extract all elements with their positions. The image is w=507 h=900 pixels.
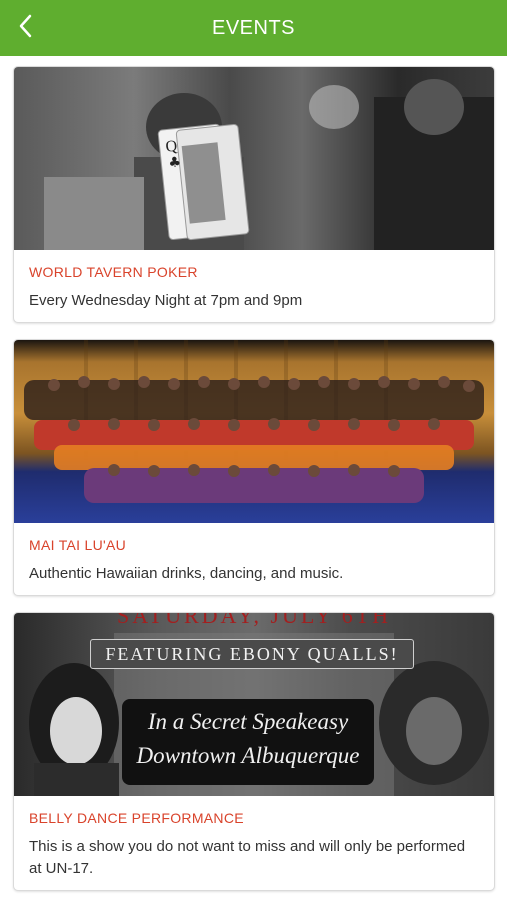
event-title: BELLY DANCE PERFORMANCE — [29, 810, 244, 826]
event-card[interactable]: SATURDAY, JULY 6TH FEATURING EBONY QUALL… — [13, 612, 495, 891]
event-title: WORLD TAVERN POKER — [29, 264, 198, 280]
event-description: This is a show you do not want to miss a… — [29, 838, 466, 877]
chevron-left-icon — [19, 14, 32, 38]
back-button[interactable] — [6, 6, 46, 46]
poster-line-1: In a Secret Speakeasy — [147, 709, 349, 734]
svg-text:♣: ♣ — [168, 154, 182, 171]
event-title: MAI TAI LU'AU — [29, 537, 127, 553]
poster-top-text: SATURDAY, JULY 6TH — [116, 613, 392, 628]
poster-line-2: Downtown Albuquerque — [136, 743, 360, 768]
poster-main-box: In a Secret Speakeasy Downtown Albuquerq… — [122, 699, 374, 785]
event-card[interactable]: Q ♣ WORLD TAVERN POKER Every Wednesday N… — [13, 66, 495, 323]
events-list[interactable]: Q ♣ WORLD TAVERN POKER Every Wednesday N… — [0, 56, 507, 900]
event-card[interactable]: MAI TAI LU'AU Authentic Hawaiian drinks,… — [13, 339, 495, 596]
event-image-poster: SATURDAY, JULY 6TH FEATURING EBONY QUALL… — [14, 613, 494, 796]
poster-featuring-text: FEATURING EBONY QUALLS! — [90, 639, 414, 669]
event-description: Every Wednesday Night at 7pm and 9pm — [29, 292, 303, 309]
svg-text:Q: Q — [165, 138, 179, 156]
event-description: Authentic Hawaiian drinks, dancing, and … — [29, 565, 344, 582]
event-image-poker: Q ♣ — [14, 67, 494, 250]
page-title: EVENTS — [211, 16, 296, 39]
event-image-luau — [14, 340, 494, 523]
app-header: EVENTS — [0, 0, 507, 56]
